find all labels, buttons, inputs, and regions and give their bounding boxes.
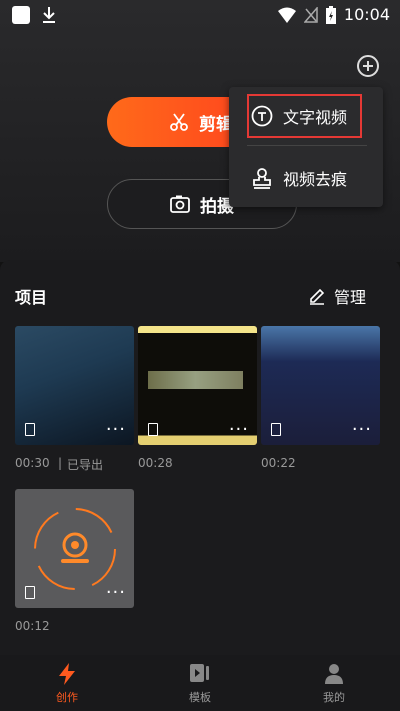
bottom-navigation: 创作 模板 我的: [0, 655, 400, 711]
section-title: 项目: [15, 288, 48, 307]
project-thumbnail[interactable]: ···: [261, 326, 380, 445]
more-options-icon[interactable]: ···: [106, 421, 126, 439]
more-options-icon[interactable]: ···: [106, 584, 126, 602]
menu-item-remove-watermark[interactable]: 视频去痕: [229, 153, 383, 203]
menu-item-text-video[interactable]: 文字视频: [229, 91, 383, 141]
project-thumbnail[interactable]: ···: [15, 326, 134, 445]
divider: [247, 145, 367, 146]
project-duration: 00:22: [261, 456, 296, 470]
template-icon: [190, 664, 209, 682]
text-circle-icon: [251, 105, 273, 127]
scissors-icon: [170, 113, 188, 131]
tab-create[interactable]: 创作: [27, 663, 107, 705]
edit-pencil-icon: [309, 288, 325, 305]
tab-create-label: 创作: [56, 691, 78, 704]
export-status: 已导出: [67, 458, 104, 472]
project-thumbnail[interactable]: ···: [138, 326, 257, 445]
app-notification-icon: [12, 6, 30, 24]
select-checkbox[interactable]: [271, 423, 281, 436]
more-options-icon[interactable]: ···: [229, 421, 249, 439]
create-menu-popup: 文字视频 视频去痕: [229, 87, 383, 207]
tab-template-label: 模板: [189, 691, 211, 704]
add-icon[interactable]: [357, 55, 379, 77]
user-icon: [325, 664, 343, 684]
clock: 10:04: [343, 5, 390, 24]
separator: |: [58, 456, 63, 470]
project-duration: 00:12: [15, 619, 50, 633]
edit-label: 剪辑: [199, 114, 233, 135]
project-duration: 00:30: [15, 456, 50, 470]
more-options-icon[interactable]: ···: [352, 421, 372, 439]
select-checkbox[interactable]: [25, 423, 35, 436]
no-sim-icon: [303, 6, 318, 23]
select-checkbox[interactable]: [25, 586, 35, 599]
select-checkbox[interactable]: [148, 423, 158, 436]
wifi-icon: [277, 7, 296, 23]
menu-label-text-video: 文字视频: [283, 108, 348, 127]
project-duration: 00:28: [138, 456, 173, 470]
projects-panel: 项目 管理 ··· 00:30 | 已导出 ··· 00:28 ··· 00:2…: [0, 260, 400, 655]
tab-template[interactable]: 模板: [160, 663, 240, 705]
project-thumbnail[interactable]: ···: [15, 489, 134, 608]
tab-me-label: 我的: [323, 691, 345, 704]
lightning-icon: [59, 663, 75, 685]
tab-me[interactable]: 我的: [294, 663, 374, 705]
download-icon: [43, 7, 55, 23]
manage-label: 管理: [333, 288, 366, 307]
stamp-icon: [253, 168, 271, 189]
status-bar: 10:04: [0, 0, 400, 30]
blurred-content: [148, 371, 243, 389]
manage-button[interactable]: 管理: [308, 284, 366, 308]
battery-charging-icon: [325, 5, 336, 24]
menu-label-remove-watermark: 视频去痕: [283, 170, 348, 189]
camera-icon: [170, 195, 190, 213]
